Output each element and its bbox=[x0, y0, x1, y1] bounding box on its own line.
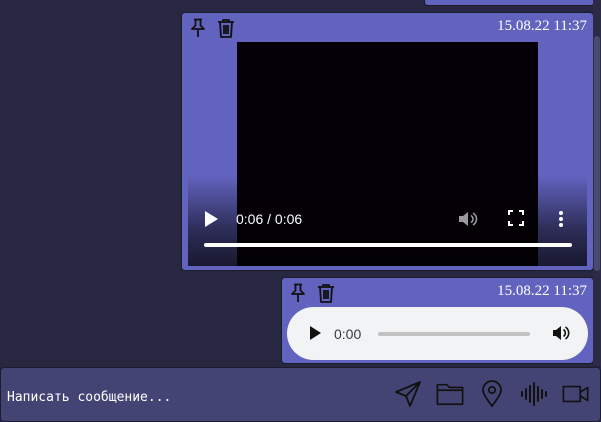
fullscreen-icon[interactable] bbox=[508, 210, 524, 226]
play-icon[interactable] bbox=[203, 210, 219, 228]
message-input[interactable] bbox=[7, 374, 377, 414]
pin-icon[interactable] bbox=[188, 17, 208, 39]
volume-icon[interactable] bbox=[552, 324, 570, 342]
play-icon[interactable] bbox=[308, 325, 322, 341]
audio-time-display: 0:00 bbox=[334, 326, 362, 342]
message-timestamp: 15.08.22 11:37 bbox=[497, 283, 587, 299]
audio-progress-bar[interactable] bbox=[378, 332, 530, 336]
voice-record-icon[interactable] bbox=[520, 380, 548, 408]
video-time-display: 0:06 / 0:06 bbox=[236, 211, 303, 227]
composer-tools bbox=[394, 380, 590, 408]
folder-icon[interactable] bbox=[436, 380, 464, 408]
message-actions bbox=[288, 282, 336, 304]
message-composer bbox=[0, 367, 601, 422]
trash-icon[interactable] bbox=[316, 282, 336, 304]
video-camera-icon[interactable] bbox=[562, 380, 590, 408]
message-video: 15.08.22 11:37 0:06 / 0:06 bbox=[181, 12, 594, 271]
chat-history[interactable]: 15.08.22 11:37 0:06 / 0:06 15.08.22 11:3… bbox=[0, 0, 601, 366]
more-options-icon[interactable] bbox=[558, 210, 564, 228]
trash-icon[interactable] bbox=[216, 17, 236, 39]
volume-icon[interactable] bbox=[458, 210, 478, 228]
message-actions bbox=[188, 17, 236, 39]
pin-icon[interactable] bbox=[288, 282, 308, 304]
location-pin-icon[interactable] bbox=[478, 380, 506, 408]
scrollbar-thumb[interactable] bbox=[594, 36, 600, 271]
audio-player[interactable]: 0:00 bbox=[287, 307, 588, 360]
send-icon[interactable] bbox=[394, 380, 422, 408]
video-progress-bar[interactable] bbox=[204, 243, 572, 247]
scrollbar[interactable] bbox=[593, 0, 601, 366]
previous-message-bubble bbox=[424, 0, 595, 6]
message-audio: 15.08.22 11:37 0:00 bbox=[281, 277, 594, 364]
message-timestamp: 15.08.22 11:37 bbox=[497, 18, 587, 34]
video-player[interactable]: 0:06 / 0:06 bbox=[188, 42, 587, 266]
